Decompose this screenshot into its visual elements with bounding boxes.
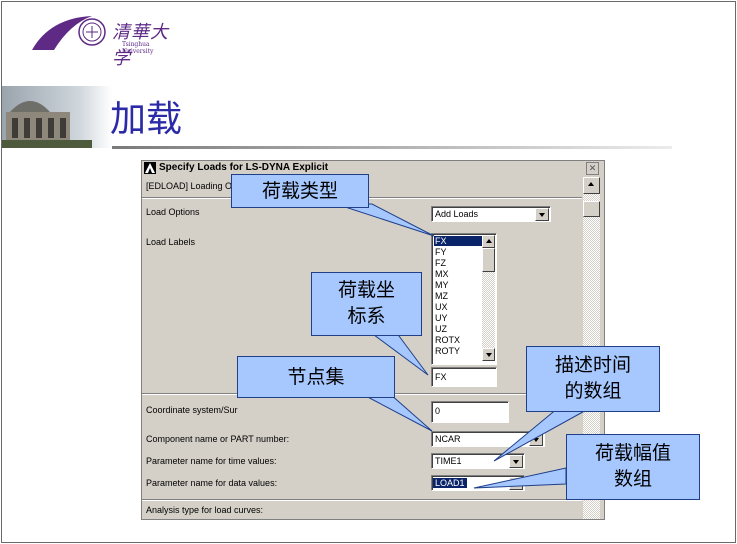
callout-text: 荷载类型 (261, 180, 338, 202)
callout-load-type: 荷载类型 (231, 174, 369, 208)
load-options-select[interactable]: Add Loads (431, 206, 551, 222)
callout-text: 荷载坐 (337, 279, 395, 301)
dialog-titlebar[interactable]: Specify Loads for LS-DYNA Explicit ✕ (142, 161, 604, 175)
command-header: [EDLOAD] Loading O (146, 181, 233, 191)
chevron-down-icon[interactable] (509, 455, 523, 468)
list-item[interactable]: UX (434, 302, 483, 312)
coord-system-field[interactable]: 0 (431, 401, 509, 423)
callout-load-coord: 荷载坐 标系 (311, 272, 422, 336)
list-item[interactable]: UZ (434, 324, 483, 334)
data-param-label: Parameter name for data values: (146, 478, 278, 488)
callout-text: 描述时间 (554, 354, 631, 376)
list-item[interactable]: MZ (434, 291, 483, 301)
scroll-up-icon[interactable] (482, 235, 495, 248)
analysis-type-label: Analysis type for load curves: (146, 505, 264, 515)
university-logo: 清華大学 Tsinghua University (30, 10, 180, 69)
ansys-app-icon (144, 162, 156, 174)
list-item[interactable]: FY (434, 247, 483, 257)
callout-time-array: 描述时间 的数组 (526, 346, 660, 412)
list-item[interactable]: UY (434, 313, 483, 323)
list-item[interactable]: FX (434, 236, 483, 246)
list-item[interactable]: ROTX (434, 335, 483, 345)
list-scrollbar[interactable] (482, 235, 495, 361)
callout-node-set: 节点集 (237, 356, 395, 398)
slide-title: 加载 (110, 99, 183, 140)
component-select[interactable]: NCAR (431, 431, 545, 447)
callout-text: 荷载幅值 (594, 442, 671, 464)
data-param-value: LOAD1 (433, 478, 467, 488)
close-icon[interactable]: ✕ (586, 162, 599, 175)
logo-subtext: Tsinghua University (122, 41, 154, 55)
scroll-up-icon[interactable] (583, 177, 600, 194)
list-item[interactable]: FZ (434, 258, 483, 268)
coord-system-value: 0 (435, 406, 441, 416)
callout-text: 节点集 (287, 366, 345, 388)
list-item[interactable]: MX (434, 269, 483, 279)
scroll-thumb[interactable] (583, 201, 600, 217)
time-param-select[interactable]: TIME1 (431, 453, 525, 469)
specify-loads-dialog: Specify Loads for LS-DYNA Explicit ✕ [ED… (141, 160, 605, 520)
load-label-field[interactable]: FX (431, 367, 497, 387)
callout-text: 数组 (613, 468, 652, 490)
time-param-value: TIME1 (435, 456, 462, 466)
load-options-label: Load Options (146, 207, 200, 217)
callout-amplitude-array: 荷载幅值 数组 (566, 434, 700, 500)
data-param-select[interactable]: LOAD1 (431, 475, 525, 491)
callout-text: 的数组 (564, 380, 622, 402)
load-labels-list[interactable]: FX FY FZ MX MY MZ UX UY UZ ROTX ROTY (431, 233, 497, 365)
scroll-down-icon[interactable] (482, 348, 495, 361)
chevron-down-icon[interactable] (535, 208, 549, 221)
component-value: NCAR (435, 434, 461, 444)
load-label-field-value: FX (435, 372, 447, 382)
list-item[interactable]: MY (434, 280, 483, 290)
load-labels-label: Load Labels (146, 237, 196, 247)
chevron-down-icon[interactable] (529, 433, 543, 446)
separator (142, 499, 582, 501)
scroll-thumb[interactable] (482, 248, 495, 272)
load-options-value: Add Loads (435, 209, 479, 219)
callout-text: 标系 (347, 305, 386, 327)
title-divider (112, 146, 672, 149)
component-label: Component name or PART number: (146, 434, 290, 444)
coord-system-label: Coordinate system/Sur (146, 405, 238, 415)
building-photo (2, 86, 112, 148)
list-item[interactable]: ROTY (434, 346, 483, 356)
chevron-down-icon[interactable] (509, 477, 523, 490)
time-param-label: Parameter name for time values: (146, 456, 277, 466)
dialog-title: Specify Loads for LS-DYNA Explicit (159, 162, 329, 173)
